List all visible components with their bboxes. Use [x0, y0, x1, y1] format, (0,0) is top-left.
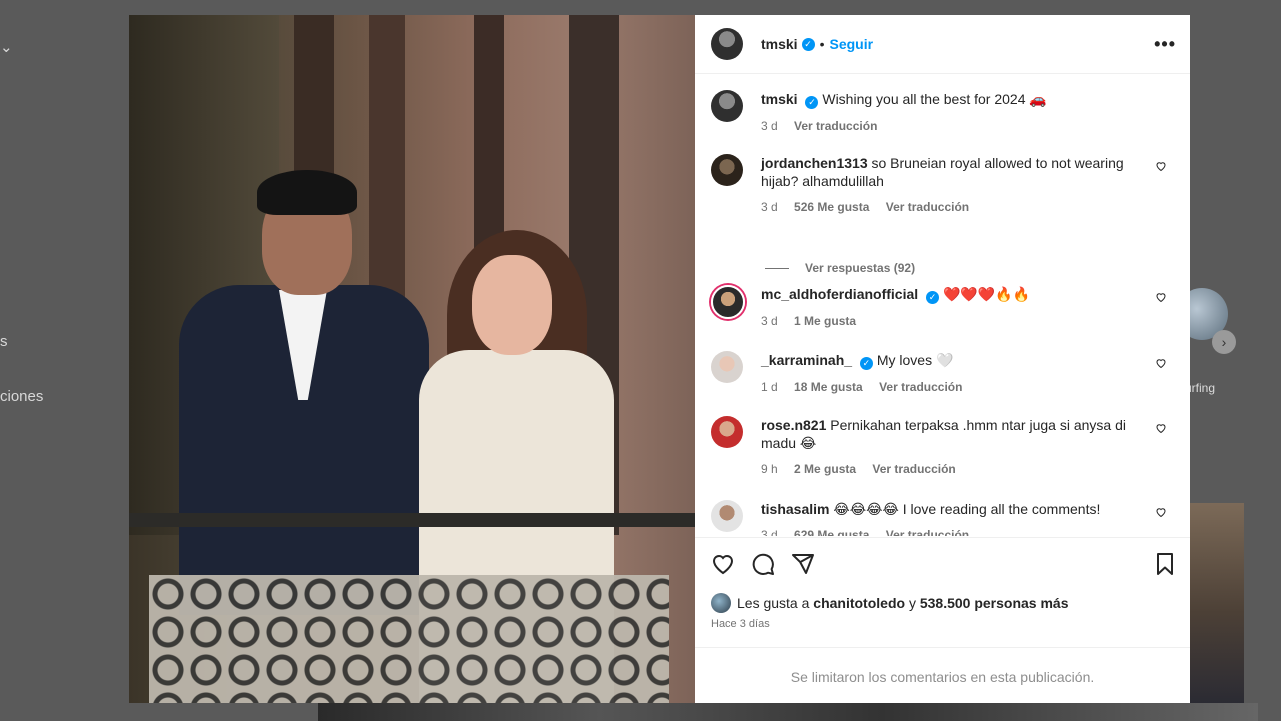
bg-bottom-strip	[318, 703, 1258, 721]
comments-list: tmski ✓ Wishing you all the best for 202…	[695, 74, 1190, 536]
commenter-avatar[interactable]	[711, 416, 743, 448]
like-comment-heart-icon[interactable]	[1155, 357, 1167, 369]
comment-text: My loves 🤍	[876, 352, 954, 368]
comment-text: ❤️❤️❤️🔥🔥	[942, 286, 1031, 302]
bookmark-icon[interactable]	[1153, 552, 1177, 576]
comment-icon[interactable]	[751, 552, 775, 576]
comment-likes[interactable]: 2 Me gusta	[794, 462, 856, 476]
likes-prefix: Les gusta a	[737, 595, 810, 611]
translate-link[interactable]: Ver traducción	[794, 119, 877, 133]
comment-likes[interactable]: 18 Me gusta	[794, 380, 863, 394]
author-username[interactable]: tmski	[761, 36, 798, 52]
verified-icon: ✓	[801, 37, 815, 51]
header-separator: •	[819, 36, 825, 52]
translate-link[interactable]: Ver traducción	[886, 528, 969, 536]
liker-username[interactable]: chanitotoledo	[813, 595, 905, 611]
verified-icon: ✓	[859, 357, 873, 370]
like-comment-heart-icon[interactable]	[1155, 160, 1167, 172]
author-avatar[interactable]	[711, 28, 743, 60]
comment-likes[interactable]: 1 Me gusta	[794, 314, 856, 328]
comment-time: 3 d	[761, 314, 778, 328]
comment-text: 😂😂😂😂 I love reading all the comments!	[833, 501, 1101, 517]
translate-link[interactable]: Ver traducción	[872, 462, 955, 476]
comment-likes[interactable]: 629 Me gusta	[794, 528, 869, 536]
comments-limited-notice: Se limitaron los comentarios en esta pub…	[695, 647, 1190, 704]
verified-icon: ✓	[926, 291, 940, 304]
comment-likes[interactable]: 526 Me gusta	[794, 200, 869, 214]
author-avatar[interactable]	[711, 90, 743, 122]
translate-link[interactable]: Ver traducción	[879, 380, 962, 394]
post-timestamp[interactable]: Hace 3 días	[711, 618, 770, 630]
commenter-avatar[interactable]	[711, 285, 745, 319]
heart-icon[interactable]	[711, 552, 735, 576]
like-comment-heart-icon[interactable]	[1155, 291, 1167, 303]
more-icon[interactable]: •••	[1154, 34, 1176, 55]
commenter-avatar[interactable]	[711, 500, 743, 532]
comment-username[interactable]: rose.n821	[761, 417, 826, 433]
post-header: tmski ✓ • Seguir •••	[695, 15, 1190, 74]
post-photo	[129, 15, 695, 703]
post-modal: tmski ✓ • Seguir ••• tmski ✓ Wishing you…	[129, 15, 1190, 703]
commenter-avatar[interactable]	[711, 154, 743, 186]
comment-time: 3 d	[761, 200, 778, 214]
likes-connector: y	[908, 595, 916, 611]
bg-chevron: ⌄	[0, 39, 13, 56]
share-icon[interactable]	[791, 552, 815, 576]
bg-sidebar-fragment: ciones	[0, 388, 44, 405]
comment-username[interactable]: jordanchen1313	[761, 155, 868, 171]
likes-summary: Les gusta a chanitotoledo y 538.500 pers…	[711, 593, 1069, 613]
comment-username[interactable]: mc_aldhoferdianofficial	[761, 286, 918, 302]
comment-time: 1 d	[761, 380, 778, 394]
translate-link[interactable]: Ver traducción	[886, 200, 969, 214]
comment-username[interactable]: tishasalim	[761, 501, 829, 517]
action-bar	[695, 537, 1190, 584]
commenter-avatar[interactable]	[711, 351, 743, 383]
caption-username[interactable]: tmski	[761, 91, 798, 107]
comment-username[interactable]: _karraminah_	[761, 352, 852, 368]
next-arrow-icon[interactable]: ›	[1212, 330, 1236, 354]
follow-button[interactable]: Seguir	[829, 36, 873, 52]
caption-text: Wishing you all the best for 2024 🚗	[822, 91, 1047, 107]
bg-sidebar-fragment: s	[0, 333, 8, 350]
like-comment-heart-icon[interactable]	[1155, 506, 1167, 518]
verified-icon: ✓	[805, 96, 819, 109]
caption-time: 3 d	[761, 119, 778, 133]
liker-avatar[interactable]	[711, 593, 731, 613]
likes-count-link[interactable]: 538.500 personas más	[920, 595, 1069, 611]
like-comment-heart-icon[interactable]	[1155, 422, 1167, 434]
comment-time: 3 d	[761, 528, 778, 536]
view-replies-link[interactable]: Ver respuestas (92)	[765, 261, 915, 275]
comment-time: 9 h	[761, 462, 778, 476]
post-side-panel: tmski ✓ • Seguir ••• tmski ✓ Wishing you…	[695, 15, 1190, 703]
